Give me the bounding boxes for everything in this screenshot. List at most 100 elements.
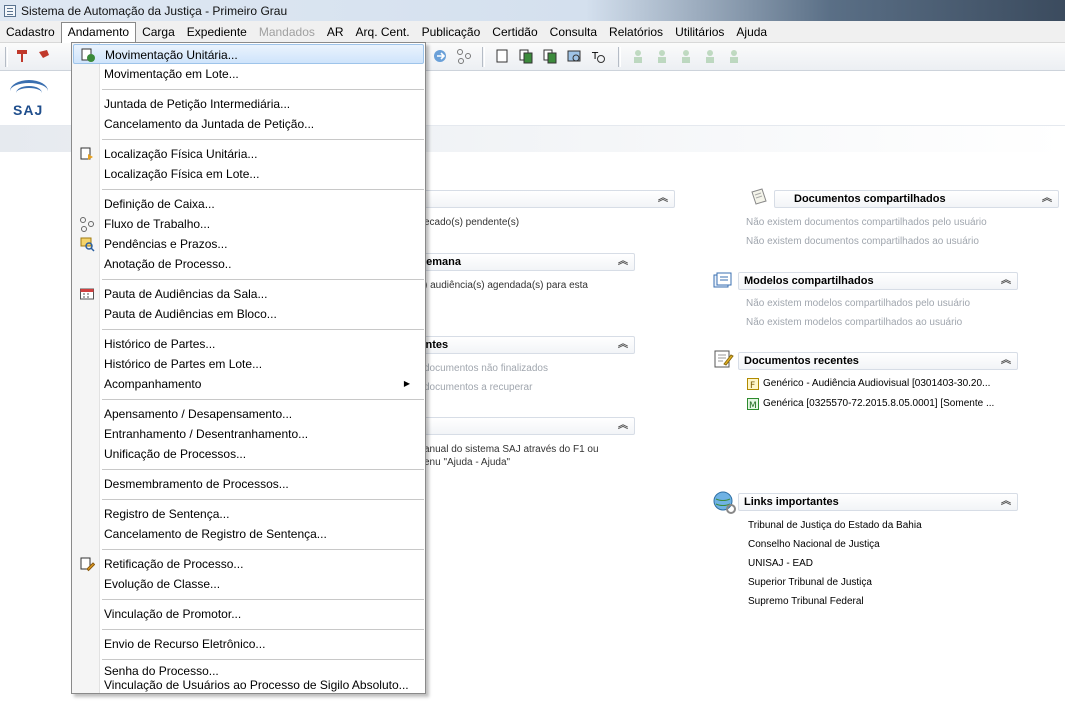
menu-cadastro[interactable]: Cadastro	[0, 22, 61, 42]
collapse-icon[interactable]: ︽	[1042, 191, 1052, 207]
forward-icon[interactable]	[432, 48, 448, 64]
menu-item-unificacao[interactable]: Unificação de Processos...	[73, 444, 424, 464]
copy-icon[interactable]	[542, 48, 558, 64]
menu-item-label: Vinculação de Usuários ao Processo de Si…	[104, 678, 409, 692]
menu-item-label: Fluxo de Trabalho...	[104, 217, 211, 231]
workflow-icon[interactable]	[456, 48, 472, 64]
menu-item-evolucao-classe[interactable]: Evolução de Classe...	[73, 574, 424, 594]
menu-separator	[102, 279, 424, 280]
panel-header-recent-docs[interactable]: Documentos recentes ︽	[738, 352, 1018, 370]
menu-mandados[interactable]: Mandados	[253, 22, 321, 42]
menu-item-label: Localização Física Unitária...	[104, 147, 258, 161]
svg-text:F: F	[750, 381, 755, 390]
panel-header-links[interactable]: Links importantes ︽	[738, 493, 1018, 511]
menu-item-apensamento[interactable]: Apensamento / Desapensamento...	[73, 404, 424, 424]
menu-andamento[interactable]: Andamento	[60, 21, 137, 43]
menu-item-desmembramento[interactable]: Desmembramento de Processos...	[73, 474, 424, 494]
collapse-icon[interactable]: ︽	[658, 191, 668, 207]
menu-arq-cent[interactable]: Arq. Cent.	[350, 22, 416, 42]
collapse-icon[interactable]: ︽	[1001, 273, 1011, 289]
menu-item-label: Acompanhamento	[104, 377, 202, 391]
collapse-icon[interactable]: ︽	[618, 418, 628, 434]
menu-item-label: Anotação de Processo..	[104, 257, 232, 271]
external-link[interactable]: Supremo Tribunal Federal	[748, 596, 864, 607]
menu-item-entranhamento[interactable]: Entranhamento / Desentranhamento...	[73, 424, 424, 444]
panel-header-shared-docs[interactable]: Documentos compartilhados ︽	[774, 190, 1059, 208]
panel-line: Não existem modelos compartilhados pelo …	[746, 298, 971, 309]
menu-item-juntada-peticao[interactable]: Juntada de Petição Intermediária...	[73, 94, 424, 114]
panel-title: Documentos recentes	[744, 355, 859, 367]
menu-relatorios[interactable]: Relatórios	[603, 22, 669, 42]
collapse-icon[interactable]: ︽	[1001, 494, 1011, 510]
menu-item-historico-partes-lote[interactable]: Histórico de Partes em Lote...	[73, 354, 424, 374]
menu-consulta[interactable]: Consulta	[544, 22, 603, 42]
saj-logo: SAJ	[10, 80, 54, 124]
external-link[interactable]: Superior Tribunal de Justiça	[748, 577, 872, 588]
menu-item-retificacao[interactable]: Retificação de Processo...	[73, 554, 424, 574]
menu-item-pauta-bloco[interactable]: Pauta de Audiências em Bloco...	[73, 304, 424, 324]
menu-utilitarios[interactable]: Utilitários	[669, 22, 730, 42]
collapse-icon[interactable]: ︽	[1001, 353, 1011, 369]
person-icon[interactable]	[702, 48, 718, 64]
panel-line: Não existem modelos compartilhados ao us…	[746, 317, 963, 328]
menu-item-anotacao-processo[interactable]: Anotação de Processo..	[73, 254, 424, 274]
recent-docs-icon	[714, 350, 734, 368]
menu-item-acompanhamento[interactable]: Acompanhamento ▶	[73, 374, 424, 394]
menu-item-definicao-caixa[interactable]: Definição de Caixa...	[73, 194, 424, 214]
document-f-icon: F	[747, 378, 759, 390]
person-icon[interactable]	[630, 48, 646, 64]
person-icon[interactable]	[678, 48, 694, 64]
title-bar: Sistema de Automação da Justiça - Primei…	[0, 0, 1065, 21]
menu-certidao[interactable]: Certidão	[486, 22, 543, 42]
document-m-icon: M	[747, 398, 759, 410]
menu-item-historico-partes[interactable]: Histórico de Partes...	[73, 334, 424, 354]
copy-icon[interactable]	[518, 48, 534, 64]
menu-item-fluxo-trabalho[interactable]: Fluxo de Trabalho...	[73, 214, 424, 234]
person-icon[interactable]	[654, 48, 670, 64]
page-icon[interactable]	[494, 48, 510, 64]
external-link[interactable]: UNISAJ - EAD	[748, 558, 813, 569]
toolbar-separator	[5, 47, 8, 67]
menu-item-vinculacao-usuarios-sigilo[interactable]: Vinculação de Usuários ao Processo de Si…	[73, 677, 424, 693]
recent-doc-link[interactable]: Genérica [0325570-72.2015.8.05.0001] [So…	[763, 398, 994, 409]
menu-item-label: Definição de Caixa...	[104, 197, 215, 211]
menu-item-cancelamento-juntada[interactable]: Cancelamento da Juntada de Petição...	[73, 114, 424, 134]
menu-separator	[102, 329, 424, 330]
person-icon[interactable]	[726, 48, 742, 64]
location-icon	[80, 147, 93, 160]
menu-separator	[102, 89, 424, 90]
pin-red-icon[interactable]	[14, 48, 30, 64]
menu-item-localizacao-lote[interactable]: Localização Física em Lote...	[73, 164, 424, 184]
recent-doc-link[interactable]: Genérico - Audiência Audiovisual [030140…	[763, 378, 990, 389]
menu-separator	[102, 599, 424, 600]
menu-item-envio-recurso[interactable]: Envio de Recurso Eletrônico...	[73, 634, 424, 654]
menu-item-movimentacao-lote[interactable]: Movimentação em Lote...	[73, 64, 424, 84]
menu-item-cancelamento-registro[interactable]: Cancelamento de Registro de Sentença...	[73, 524, 424, 544]
external-link[interactable]: Conselho Nacional de Justiça	[748, 539, 880, 550]
text-tool-icon[interactable]: T	[590, 48, 606, 64]
panel-header-shared-models[interactable]: Modelos compartilhados ︽	[738, 272, 1018, 290]
menu-item-label: Cancelamento da Juntada de Petição...	[104, 117, 315, 131]
panel-title: Modelos compartilhados	[744, 275, 874, 287]
andamento-dropdown: Movimentação Unitária... Movimentação em…	[71, 42, 426, 694]
image-icon[interactable]	[566, 48, 582, 64]
menu-expediente[interactable]: Expediente	[181, 22, 253, 42]
menu-publicacao[interactable]: Publicação	[416, 22, 487, 42]
panel-line: documentos não finalizados	[424, 363, 548, 374]
menu-ar[interactable]: AR	[321, 22, 350, 42]
menu-item-label: Pendências e Prazos...	[104, 237, 228, 251]
menu-carga[interactable]: Carga	[136, 22, 181, 42]
menu-item-vinculacao-promotor[interactable]: Vinculação de Promotor...	[73, 604, 424, 624]
menu-item-registro-sentenca[interactable]: Registro de Sentença...	[73, 504, 424, 524]
menu-item-pauta-sala[interactable]: Pauta de Audiências da Sala...	[73, 284, 424, 304]
menu-item-pendencias-prazos[interactable]: Pendências e Prazos...	[73, 234, 424, 254]
menu-item-localizacao-unitaria[interactable]: Localização Física Unitária...	[73, 144, 424, 164]
collapse-icon[interactable]: ︽	[618, 337, 628, 353]
menu-separator	[102, 629, 424, 630]
menu-item-label: Unificação de Processos...	[104, 447, 247, 461]
external-link[interactable]: Tribunal de Justiça do Estado da Bahia	[748, 520, 922, 531]
menu-item-movimentacao-unitaria[interactable]: Movimentação Unitária...	[73, 44, 424, 64]
collapse-icon[interactable]: ︽	[618, 254, 628, 270]
menu-ajuda[interactable]: Ajuda	[730, 22, 773, 42]
pin-red-icon[interactable]	[36, 48, 52, 64]
